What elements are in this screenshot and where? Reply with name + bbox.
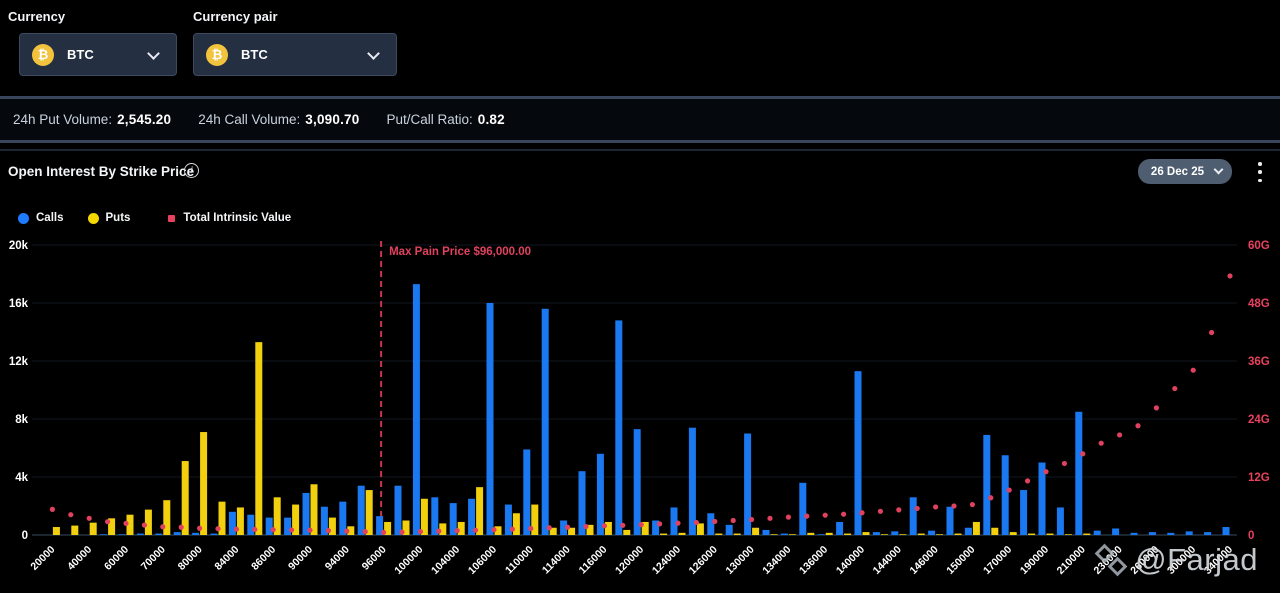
put-call-ratio-stat: Put/Call Ratio: 0.82 [386,112,504,127]
legend-item-calls[interactable]: Calls [18,212,64,224]
svg-text:126000: 126000 [687,544,720,577]
open-interest-chart[interactable]: Max Pain Price $96,000.00 0 4k 8k 12k 16k 20k 0… [0,233,1280,588]
call-volume-stat: 24h Call Volume: 3,090.70 [198,112,359,127]
svg-text:170000: 170000 [981,544,1014,577]
top-controls: Currency Currency pair ₿ BTC ₿ BTC [0,0,1280,96]
svg-text:48G: 48G [1248,298,1270,310]
svg-text:20000: 20000 [28,544,57,573]
currency-pair-dropdown-value: BTC [241,47,268,62]
svg-text:4k: 4k [15,472,28,484]
put-volume-value: 2,545.20 [117,112,172,127]
svg-text:124000: 124000 [650,544,683,577]
legend-item-intrinsic-value[interactable]: Total Intrinsic Value [154,212,291,224]
expiry-date-value: 26 Dec 25 [1150,165,1204,178]
svg-text:150000: 150000 [944,544,977,577]
strike-price-chart-canvas[interactable]: Max Pain Price $96,000.00 0 4k 8k 12k 16k 20k 0… [0,233,1280,588]
svg-text:260000: 260000 [1128,544,1161,577]
svg-text:90000: 90000 [286,544,315,573]
currency-dropdown[interactable]: ₿ BTC [19,33,177,76]
expiry-date-button[interactable]: 26 Dec 25 [1137,159,1232,184]
svg-text:12k: 12k [9,356,29,368]
put-call-ratio-value: 0.82 [477,112,505,127]
svg-text:110000: 110000 [503,544,536,577]
put-volume-stat: 24h Put Volume: 2,545.20 [13,112,171,127]
svg-text:80000: 80000 [176,544,205,573]
svg-text:86000: 86000 [249,544,278,573]
svg-text:0: 0 [1248,530,1254,542]
svg-text:8k: 8k [15,414,28,426]
btc-coin-icon: ₿ [32,43,54,66]
chevron-down-icon [367,47,380,60]
svg-text:106000: 106000 [466,544,499,577]
currency-label: Currency [8,9,66,24]
call-volume-label: 24h Call Volume: [198,112,301,127]
intrinsic-value-marker-icon [168,214,176,222]
svg-text:0: 0 [22,530,28,542]
volume-stats-bar: 24h Put Volume: 2,545.20 24h Call Volume:… [0,99,1280,140]
svg-text:130000: 130000 [723,544,756,577]
btc-coin-icon: ₿ [206,43,228,66]
legend-item-puts[interactable]: Puts [87,212,131,224]
currency-dropdown-value: BTC [67,47,94,62]
put-call-ratio-label: Put/Call Ratio: [386,112,473,127]
call-volume-value: 3,090.70 [305,112,360,127]
currency-pair-dropdown[interactable]: ₿ BTC [193,33,397,76]
svg-text:116000: 116000 [577,544,610,577]
puts-marker-icon [87,212,99,224]
chart-legend: Calls Puts Total Intrinsic Value [18,212,315,224]
svg-text:16k: 16k [9,298,29,310]
legend-label: Puts [105,212,131,224]
legend-label: Calls [36,212,64,224]
svg-text:84000: 84000 [212,544,241,573]
chevron-down-icon [147,47,160,60]
svg-text:230000: 230000 [1091,544,1124,577]
svg-text:144000: 144000 [871,544,904,577]
legend-label: Total Intrinsic Value [183,212,292,224]
page-title: Open Interest By Strike Price [8,164,195,179]
svg-text:40000: 40000 [65,544,94,573]
divider [0,140,1280,143]
kebab-menu-icon[interactable] [1253,160,1267,184]
svg-text:104000: 104000 [429,544,462,577]
svg-text:20k: 20k [9,240,29,252]
svg-text:114000: 114000 [540,544,573,577]
put-volume-label: 24h Put Volume: [13,112,113,127]
svg-text:300000: 300000 [1165,544,1198,577]
svg-text:140000: 140000 [834,544,867,577]
svg-text:Max Pain Price $96,000.00: Max Pain Price $96,000.00 [389,246,531,258]
svg-text:136000: 136000 [797,544,830,577]
svg-text:70000: 70000 [139,544,168,573]
svg-text:190000: 190000 [1018,544,1051,577]
svg-text:134000: 134000 [760,544,793,577]
svg-text:60G: 60G [1248,240,1270,252]
svg-text:96000: 96000 [360,544,389,573]
svg-text:12G: 12G [1248,472,1270,484]
svg-text:24G: 24G [1248,414,1270,426]
calls-marker-icon [18,212,29,224]
svg-text:36G: 36G [1248,356,1270,368]
svg-text:100000: 100000 [392,544,425,577]
svg-text:210000: 210000 [1055,544,1088,577]
svg-text:146000: 146000 [907,544,940,577]
svg-text:60000: 60000 [102,544,131,573]
svg-text:340000: 340000 [1202,544,1235,577]
chevron-down-icon [1213,164,1224,175]
currency-pair-label: Currency pair [193,9,278,24]
svg-text:94000: 94000 [323,544,352,573]
svg-text:120000: 120000 [613,544,646,577]
open-interest-header: Open Interest By Strike Price i 26 Dec 2… [0,151,1280,193]
info-icon[interactable]: i [184,163,199,178]
